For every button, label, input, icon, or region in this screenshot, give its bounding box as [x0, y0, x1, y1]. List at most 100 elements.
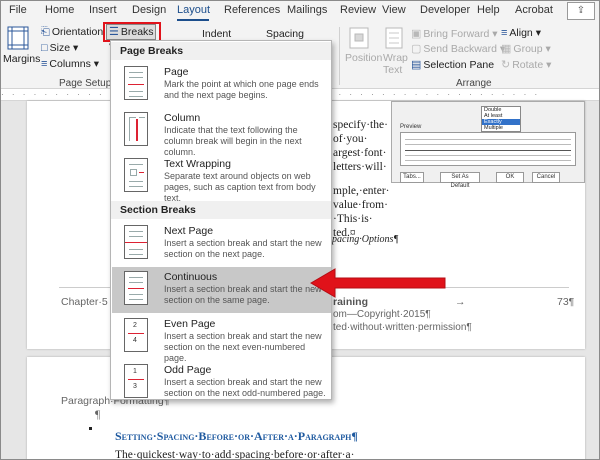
align-button[interactable]: ≡ Align ▾ [501, 27, 541, 39]
section-heading: Setting·Spacing·Before·or·After·a·Paragr… [115, 429, 358, 443]
section-breaks-header: Section Breaks [111, 201, 331, 219]
size-button[interactable]: □ Size ▾ [41, 42, 78, 54]
menu-item-title: Text Wrapping [164, 158, 231, 170]
menu-item-title: Even Page [164, 318, 216, 330]
preview-box [400, 132, 576, 166]
tab-file[interactable]: File [9, 4, 27, 16]
menu-item-description: Mark the point at which one page ends an… [164, 79, 319, 100]
bring-forward-icon: ▣ [411, 28, 422, 40]
menu-item-odd-page-break[interactable]: 1 3 Odd Page Insert a section break and … [112, 360, 331, 406]
cancel-button[interactable]: Cancel [532, 172, 560, 183]
selection-pane-icon: ▤ [411, 59, 422, 71]
margins-icon [4, 25, 34, 50]
position-icon [347, 27, 375, 49]
position-button[interactable]: Position [345, 52, 382, 64]
breaks-dropdown-menu: Page Breaks Page Mark the point at which… [110, 40, 332, 400]
footer-permission: ted·without·written·permission¶ [333, 322, 472, 333]
footer-page-number: 73¶ [557, 296, 575, 308]
page-setup-group-label: Page Setup [59, 78, 112, 89]
menu-item-continuous-break[interactable]: Continuous Insert a section break and st… [112, 267, 331, 313]
tabs-button[interactable]: Tabs... [400, 172, 424, 183]
tab-view[interactable]: View [382, 4, 406, 16]
breaks-highlight-box [103, 22, 161, 42]
callout-arrow-icon [310, 268, 446, 298]
body-line: value·from· [333, 199, 388, 211]
menu-item-title: Odd Page [164, 364, 212, 376]
continuous-break-icon [124, 271, 148, 305]
menu-item-title: Next Page [164, 225, 214, 237]
send-backward-button[interactable]: ▢ Send Backward ▾ [411, 42, 505, 55]
align-icon: ≡ [501, 27, 508, 39]
bring-forward-button[interactable]: ▣ Bring Forward ▾ [411, 27, 498, 40]
rotate-button[interactable]: ↻ Rotate ▾ [501, 58, 551, 71]
tab-design[interactable]: Design [132, 4, 166, 16]
tab-help[interactable]: Help [477, 4, 500, 16]
send-backward-label: Send Backward [423, 43, 497, 55]
word-window: File Home Insert Design Layout Reference… [0, 0, 600, 460]
tab-acrobat[interactable]: Acrobat [515, 4, 553, 16]
menu-item-text-wrapping-break[interactable]: Text Wrapping Separate text around objec… [112, 154, 331, 203]
share-icon[interactable]: ⇪ [567, 2, 595, 20]
send-backward-icon: ▢ [411, 43, 422, 55]
menu-item-title: Column [164, 112, 201, 124]
spacing-label: Spacing [266, 28, 304, 40]
page-breaks-header: Page Breaks [111, 42, 331, 60]
selection-pane-label: Selection Pane [423, 59, 495, 71]
menu-item-description: Insert a section break and start the new… [164, 377, 326, 398]
figure-caption: Spacing·Options¶ [327, 234, 399, 245]
ribbon-tab-bar: File Home Insert Design Layout Reference… [1, 1, 599, 21]
wrap-text-button-line1[interactable]: Wrap [383, 52, 408, 64]
list-option[interactable]: Multiple [482, 125, 520, 131]
margins-button[interactable]: Margins [3, 53, 40, 65]
columns-button[interactable]: ≡ Columns ▾ [41, 58, 99, 70]
even-page-break-icon: 2 4 [124, 318, 148, 352]
columns-label: Columns [49, 58, 91, 70]
body-line: mple,·enter· [333, 185, 390, 197]
group-divider [339, 27, 340, 85]
orientation-icon: ⎗ [41, 26, 50, 38]
preview-label: Preview [400, 124, 422, 130]
tab-review[interactable]: Review [340, 4, 376, 16]
column-break-icon [124, 112, 148, 146]
menu-item-next-page-break[interactable]: Next Page Insert a section break and sta… [112, 221, 331, 267]
ok-button[interactable]: OK [496, 172, 524, 183]
size-label: Size [49, 42, 71, 54]
menu-item-title: Page [164, 66, 189, 78]
tab-mailings[interactable]: Mailings [287, 4, 327, 16]
set-as-default-button[interactable]: Set As Default [440, 172, 480, 189]
wrap-text-icon [383, 27, 407, 49]
group-label: Group [513, 43, 543, 55]
menu-item-description: Insert a section break and start the new… [164, 284, 322, 305]
group-button[interactable]: ▦ Group ▾ [501, 42, 551, 55]
wrap-text-button-line2: Text [383, 64, 403, 76]
body-line: The·quickest·way·to·add·spacing·before·o… [115, 449, 355, 460]
bring-forward-label: Bring Forward [423, 28, 490, 40]
selection-pane-button[interactable]: ▤ Selection Pane [411, 58, 494, 71]
orientation-button[interactable]: ⎗Orientation ▾ [41, 26, 111, 39]
footer-copyright: om—Copyright·2015¶ [333, 309, 431, 320]
page-break-icon [124, 66, 148, 100]
body-line: of·you· [333, 133, 368, 145]
body-line: argest·font· [333, 147, 387, 159]
arrange-group-label: Arrange [456, 78, 492, 89]
tab-layout[interactable]: Layout [177, 4, 210, 16]
tab-home[interactable]: Home [45, 4, 74, 16]
group-icon: ▦ [501, 43, 512, 55]
paragraph-dialog-screenshot: Preview Double At least Exactly Multiple… [391, 101, 585, 189]
next-page-break-icon [124, 225, 148, 259]
menu-item-description: Separate text around objects on web page… [164, 171, 316, 203]
footer-tab-arrow: → [455, 296, 466, 308]
footer-chapter: Chapter·5 [61, 296, 108, 308]
indent-label: Indent [202, 28, 232, 40]
menu-item-column-break[interactable]: Column Indicate that the text following … [112, 108, 331, 157]
rotate-icon: ↻ [501, 59, 511, 71]
menu-item-even-page-break[interactable]: 2 4 Even Page Insert a section break and… [112, 314, 331, 363]
bullet-marker [89, 427, 92, 430]
size-icon: □ [41, 42, 48, 54]
tab-references[interactable]: References [224, 4, 280, 16]
menu-item-description: Insert a section break and start the new… [164, 238, 322, 259]
line-spacing-dropdown-list[interactable]: Double At least Exactly Multiple [481, 106, 521, 132]
tab-insert[interactable]: Insert [89, 4, 117, 16]
menu-item-page-break[interactable]: Page Mark the point at which one page en… [112, 62, 331, 108]
tab-developer[interactable]: Developer [420, 4, 470, 16]
